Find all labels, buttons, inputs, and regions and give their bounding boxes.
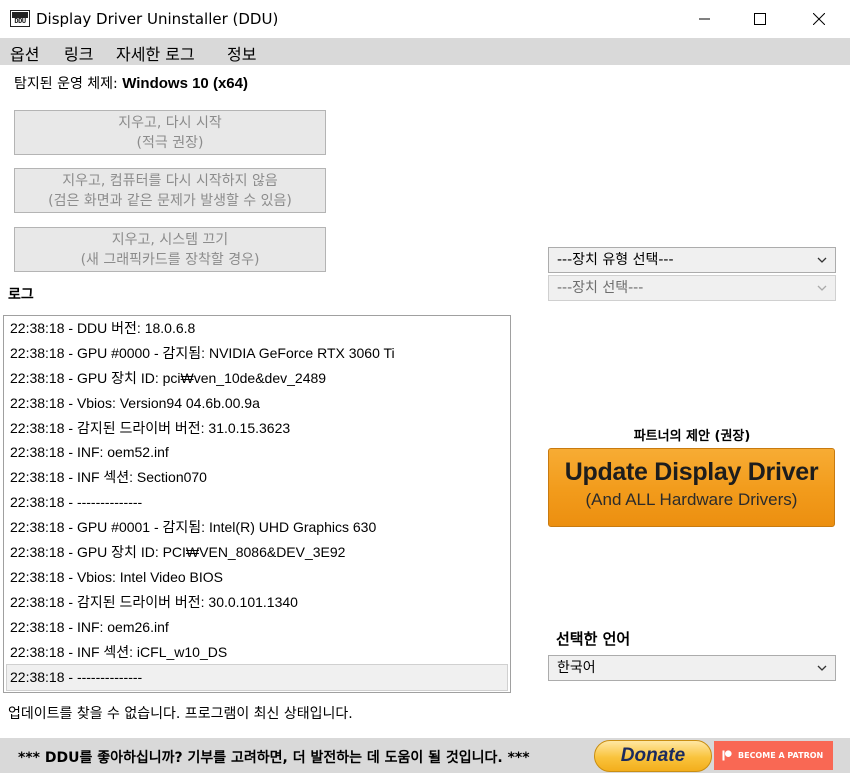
close-icon (813, 13, 825, 25)
minimize-icon (699, 18, 710, 20)
language-label: 선택한 언어 (556, 630, 631, 648)
clean-and-restart-button[interactable]: 지우고, 다시 시작 (적극 권장) (14, 110, 326, 155)
clean-and-shutdown-label: 지우고, 시스템 끄기 (111, 231, 229, 248)
status-message: 업데이트를 찾을 수 없습니다. 프로그램이 최신 상태입니다. (8, 706, 353, 722)
update-display-driver-button[interactable]: Update Display Driver (And ALL Hardware … (548, 448, 835, 527)
device-type-select-value: ---장치 유형 선택--- (557, 252, 674, 268)
update-driver-title: Update Display Driver (564, 458, 819, 486)
log-line: 22:38:18 - Vbios: Intel Video BIOS (10, 568, 223, 585)
log-line: 22:38:18 - INF 섹션: Section070 (10, 469, 207, 486)
log-line: 22:38:18 - INF 섹션: iCFL_w10_DS (10, 643, 228, 660)
title-bar: DDU Display Driver Uninstaller (DDU) (0, 0, 850, 38)
clean-and-shutdown-button[interactable]: 지우고, 시스템 끄기 (새 그래픽카드를 장착할 경우) (14, 227, 326, 272)
log-line: 22:38:18 - DDU 버전: 18.0.6.8 (10, 320, 196, 336)
clean-no-restart-label: 지우고, 컴퓨터를 다시 시작하지 않음 (62, 172, 278, 189)
clean-and-restart-label: 지우고, 다시 시작 (118, 114, 222, 131)
detected-os-label: 탐지된 운영 체제: (14, 76, 118, 92)
log-list[interactable]: 22:38:18 - DDU 버전: 18.0.6.8 22:38:18 - G… (3, 315, 511, 693)
log-line: 22:38:18 - GPU #0000 - 감지됨: NVIDIA GeFor… (10, 344, 395, 361)
menu-options[interactable]: 옵션 (10, 41, 39, 65)
window-title: Display Driver Uninstaller (DDU) (36, 10, 279, 28)
detected-os: 탐지된 운영 체제: Windows 10 (x64) (14, 73, 248, 93)
donation-message: *** DDU를 좋아하십니까? 기부를 고려하면, 더 발전하는 데 도움이 … (18, 750, 530, 766)
log-line: 22:38:18 - 감지된 드라이버 버전: 31.0.15.3623 (10, 419, 291, 436)
log-label: 로그 (8, 287, 34, 303)
clean-and-shutdown-note: (새 그래픽카드를 장착할 경우) (80, 251, 260, 268)
clean-and-restart-note: (적극 권장) (136, 134, 204, 151)
log-line-selected: 22:38:18 - -------------- (6, 664, 508, 692)
clean-no-restart-button[interactable]: 지우고, 컴퓨터를 다시 시작하지 않음 (검은 화면과 같은 문제가 발생할 … (14, 168, 326, 213)
maximize-icon (754, 13, 766, 25)
chevron-down-icon (817, 257, 827, 263)
clean-no-restart-note: (검은 화면과 같은 문제가 발생할 수 있음) (48, 192, 292, 209)
log-line: 22:38:18 - 감지된 드라이버 버전: 30.0.101.1340 (10, 593, 298, 610)
log-line: 22:38:18 - GPU 장치 ID: pci₩ven_10de&dev_2… (10, 369, 327, 386)
device-select[interactable]: ---장치 선택--- (548, 275, 836, 301)
log-line: 22:38:18 - INF: oem52.inf (10, 444, 169, 461)
close-button[interactable] (790, 0, 848, 38)
language-select[interactable]: 한국어 (548, 655, 836, 681)
log-line: 22:38:18 - GPU #0001 - 감지됨: Intel(R) UHD… (10, 519, 377, 536)
minimize-button[interactable] (676, 0, 734, 38)
log-line: 22:38:18 - GPU 장치 ID: PCI₩VEN_8086&DEV_3… (10, 544, 346, 561)
menu-about[interactable]: 정보 (227, 41, 256, 65)
device-type-select[interactable]: ---장치 유형 선택--- (548, 247, 836, 273)
log-line: 22:38:18 - -------------- (10, 494, 143, 511)
ddu-app-icon: DDU (10, 10, 30, 27)
detected-os-value: Windows 10 (x64) (122, 75, 248, 92)
patreon-icon (722, 750, 732, 761)
chevron-down-icon (817, 285, 827, 291)
menu-bar: 옵션 링크 자세한 로그 정보 (0, 38, 850, 65)
log-line: 22:38:18 - INF: oem26.inf (10, 618, 169, 635)
donate-button[interactable]: Donate (594, 740, 712, 772)
partner-offer-label: 파트너의 제안 (권장) (633, 429, 751, 444)
menu-verbose-log[interactable]: 자세한 로그 (116, 41, 195, 65)
chevron-down-icon (817, 665, 827, 671)
maximize-button[interactable] (731, 0, 789, 38)
become-a-patron-label: BECOME A PATRON (738, 751, 824, 760)
update-driver-subtitle: (And ALL Hardware Drivers) (585, 490, 798, 509)
device-select-value: ---장치 선택--- (557, 280, 644, 296)
language-select-value: 한국어 (557, 660, 596, 676)
log-line: 22:38:18 - Vbios: Version94 04.6b.00.9a (10, 394, 260, 411)
menu-links[interactable]: 링크 (64, 41, 93, 65)
become-a-patron-button[interactable]: BECOME A PATRON (714, 741, 833, 770)
